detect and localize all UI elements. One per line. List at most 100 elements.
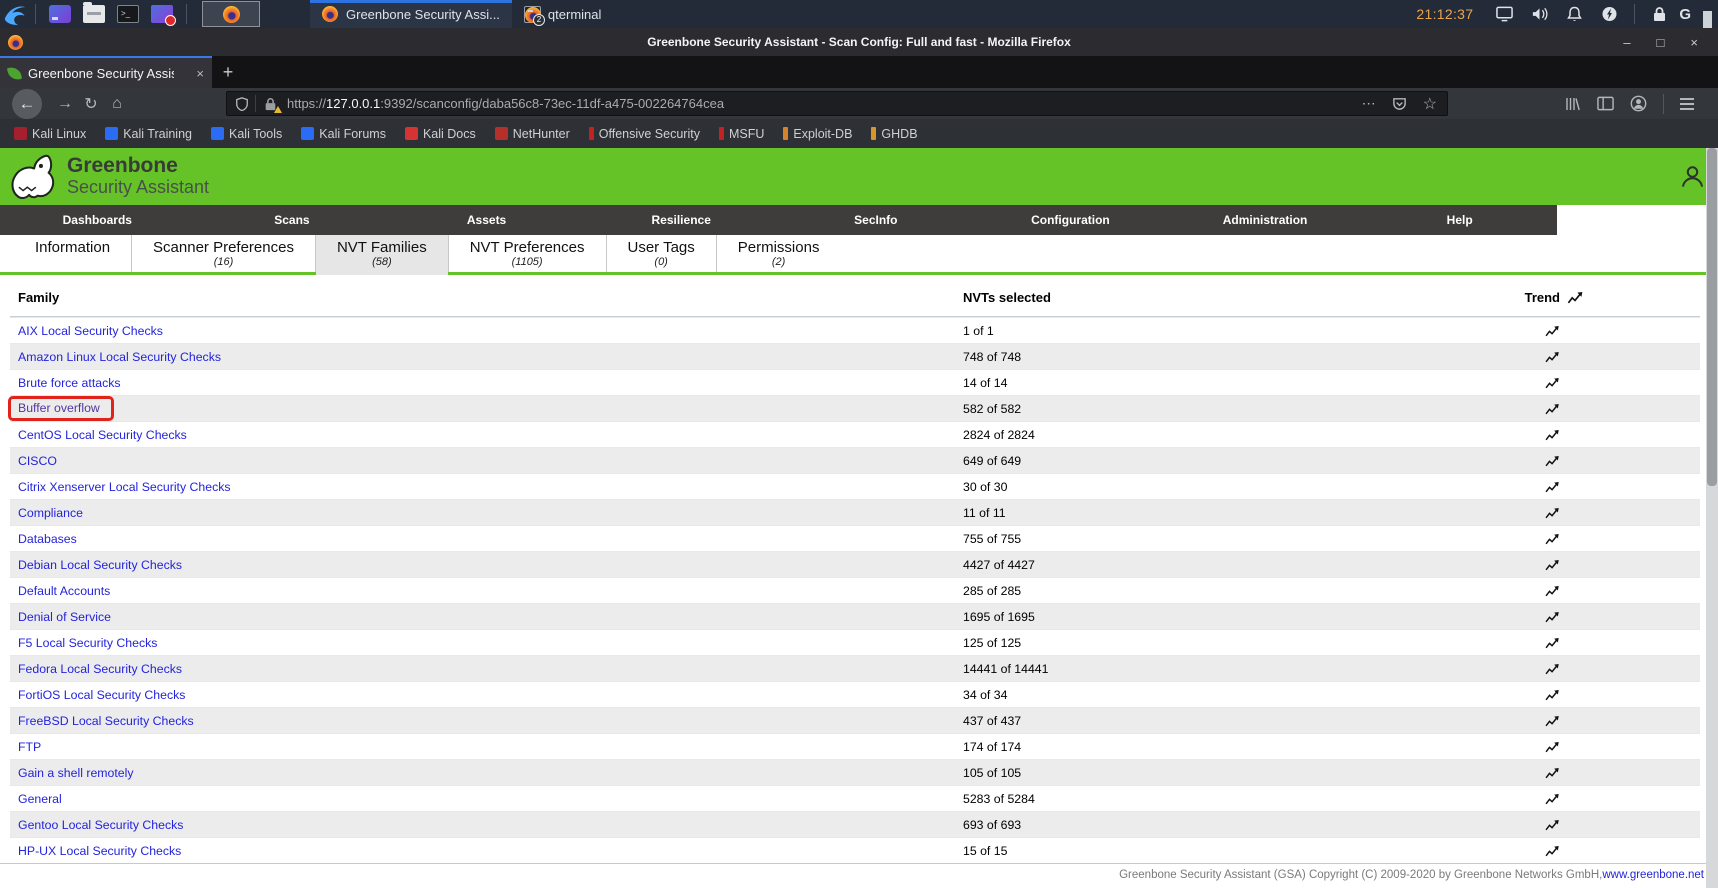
notifications-bell-icon[interactable] xyxy=(1566,6,1583,22)
trend-up-icon xyxy=(1545,715,1559,726)
close-button[interactable]: × xyxy=(1690,35,1698,50)
menu-hamburger-icon[interactable] xyxy=(1680,97,1694,110)
taskbar-window-button[interactable]: 2 qterminal xyxy=(512,0,682,28)
trend-up-icon xyxy=(1545,689,1559,700)
menu-item[interactable]: Resilience xyxy=(584,205,779,235)
bookmark-item[interactable]: Exploit-DB xyxy=(783,127,852,141)
bookmark-favicon xyxy=(404,127,418,140)
screen-record-icon[interactable] xyxy=(151,5,176,26)
menu-item[interactable]: Scans xyxy=(195,205,390,235)
bookmark-item[interactable]: Kali Linux xyxy=(14,127,86,141)
family-link[interactable]: Debian Local Security Checks xyxy=(18,558,182,572)
file-manager-icon[interactable] xyxy=(49,5,71,23)
family-link[interactable]: CISCO xyxy=(18,454,57,468)
table-body: AIX Local Security Checks 1 of 1 Amazon … xyxy=(8,317,1700,863)
bookmark-item[interactable]: Kali Forums xyxy=(301,127,386,141)
bookmark-item[interactable]: Kali Training xyxy=(105,127,192,141)
forward-button[interactable]: → xyxy=(52,95,78,113)
table-row: Default Accounts 285 of 285 xyxy=(10,577,1700,603)
menu-item[interactable]: Administration xyxy=(1168,205,1363,235)
taskbar-window-button[interactable]: Greenbone Security Assi... xyxy=(310,0,512,28)
maximize-button[interactable]: □ xyxy=(1657,35,1665,50)
menu-item[interactable]: Configuration xyxy=(973,205,1168,235)
bookmark-item[interactable]: Offensive Security xyxy=(588,127,700,141)
bookmark-item[interactable]: Kali Tools xyxy=(211,127,282,141)
bookmark-star-icon[interactable]: ☆ xyxy=(1423,94,1437,114)
scanconfig-tab[interactable]: User Tags (0) xyxy=(605,235,716,272)
highlight-annotation: Citrix Xenserver Local Security Checks xyxy=(18,480,231,494)
family-link[interactable]: Amazon Linux Local Security Checks xyxy=(18,350,221,364)
menu-item[interactable]: Assets xyxy=(389,205,584,235)
url-bar[interactable]: https://127.0.0.1:9392/scanconfig/daba56… xyxy=(226,91,1448,116)
kali-logo-icon[interactable] xyxy=(2,2,28,26)
scanconfig-tab[interactable]: Permissions (2) xyxy=(715,235,841,272)
display-icon[interactable] xyxy=(1496,6,1514,22)
family-link[interactable]: Buffer overflow xyxy=(18,401,100,415)
bookmark-item[interactable]: GHDB xyxy=(871,127,918,141)
highlight-annotation: General xyxy=(18,792,62,806)
scanconfig-tab[interactable]: NVT Families (58) xyxy=(314,235,448,275)
family-link[interactable]: CentOS Local Security Checks xyxy=(18,428,187,442)
pocket-icon[interactable] xyxy=(1392,96,1407,111)
tracking-shield-icon[interactable] xyxy=(235,96,249,111)
volume-icon[interactable] xyxy=(1531,6,1548,22)
greenbone-link[interactable]: www.greenbone.net xyxy=(1602,869,1704,881)
g-indicator-icon[interactable]: G xyxy=(1679,6,1691,23)
user-account-icon[interactable] xyxy=(1679,163,1706,190)
nvts-selected-value: 125 of 125 xyxy=(963,635,1022,650)
scanconfig-tab[interactable]: Scanner Preferences (16) xyxy=(131,235,315,272)
family-link[interactable]: FreeBSD Local Security Checks xyxy=(18,714,194,728)
reload-button[interactable]: ↻ xyxy=(78,94,104,114)
show-desktop-button[interactable] xyxy=(1703,11,1712,28)
table-row: Buffer overflow 582 of 582 xyxy=(8,395,1700,421)
bookmark-item[interactable]: MSFU xyxy=(718,127,764,141)
tab-count xyxy=(35,256,110,269)
account-icon[interactable] xyxy=(1630,95,1647,112)
family-link[interactable]: AIX Local Security Checks xyxy=(18,324,163,338)
scanconfig-tab[interactable]: Information xyxy=(14,235,131,272)
menu-item[interactable]: SecInfo xyxy=(779,205,974,235)
firefox-toolbar: ← → ↻ ⌂ https://127.0.0.1:9392/scanconfi… xyxy=(0,88,1718,119)
family-link[interactable]: FortiOS Local Security Checks xyxy=(18,688,185,702)
nvts-selected-value: 285 of 285 xyxy=(963,583,1022,598)
family-link[interactable]: HP-UX Local Security Checks xyxy=(18,844,181,858)
table-row: Denial of Service 1695 of 1695 xyxy=(10,603,1700,629)
family-link[interactable]: Gain a shell remotely xyxy=(18,766,134,780)
family-link[interactable]: Compliance xyxy=(18,506,83,520)
family-link[interactable]: Default Accounts xyxy=(18,584,110,598)
nvts-selected-value: 174 of 174 xyxy=(963,739,1022,754)
family-link[interactable]: Fedora Local Security Checks xyxy=(18,662,182,676)
library-icon[interactable] xyxy=(1564,96,1581,112)
url-text[interactable]: https://127.0.0.1:9392/scanconfig/daba56… xyxy=(287,96,1362,111)
family-link[interactable]: Databases xyxy=(18,532,77,546)
back-button[interactable]: ← xyxy=(12,88,42,119)
sidebar-icon[interactable] xyxy=(1597,96,1614,111)
family-link[interactable]: Brute force attacks xyxy=(18,376,121,390)
menu-item[interactable]: Help xyxy=(1362,205,1557,235)
bookmark-item[interactable]: NetHunter xyxy=(494,127,570,141)
folder-icon[interactable] xyxy=(83,2,105,23)
lock-icon[interactable] xyxy=(1651,6,1668,22)
connection-lock-icon[interactable] xyxy=(264,97,282,113)
scrollbar-thumb[interactable] xyxy=(1707,148,1717,486)
family-link[interactable]: Citrix Xenserver Local Security Checks xyxy=(18,480,231,494)
tab-close-icon[interactable]: × xyxy=(196,66,204,81)
browser-tab[interactable]: Greenbone Security Assis × xyxy=(0,56,212,88)
bookmark-item[interactable]: Kali Docs xyxy=(404,127,476,141)
page-actions-icon[interactable]: ⋯ xyxy=(1362,95,1376,112)
terminal-icon[interactable]: >_ xyxy=(117,5,139,23)
family-link[interactable]: Gentoo Local Security Checks xyxy=(18,818,183,832)
family-link[interactable]: Denial of Service xyxy=(18,610,111,624)
power-icon[interactable] xyxy=(1601,6,1618,22)
firefox-launcher[interactable] xyxy=(202,1,260,27)
minimize-button[interactable]: – xyxy=(1623,35,1630,50)
page-scrollbar[interactable] xyxy=(1706,148,1718,888)
home-button[interactable]: ⌂ xyxy=(104,95,130,113)
family-link[interactable]: FTP xyxy=(18,740,41,754)
highlight-annotation: Databases xyxy=(18,532,77,546)
family-link[interactable]: General xyxy=(18,792,62,806)
new-tab-button[interactable]: + xyxy=(212,56,244,88)
scanconfig-tab[interactable]: NVT Preferences (1105) xyxy=(447,235,606,272)
menu-item[interactable]: Dashboards xyxy=(0,205,195,235)
family-link[interactable]: F5 Local Security Checks xyxy=(18,636,157,650)
